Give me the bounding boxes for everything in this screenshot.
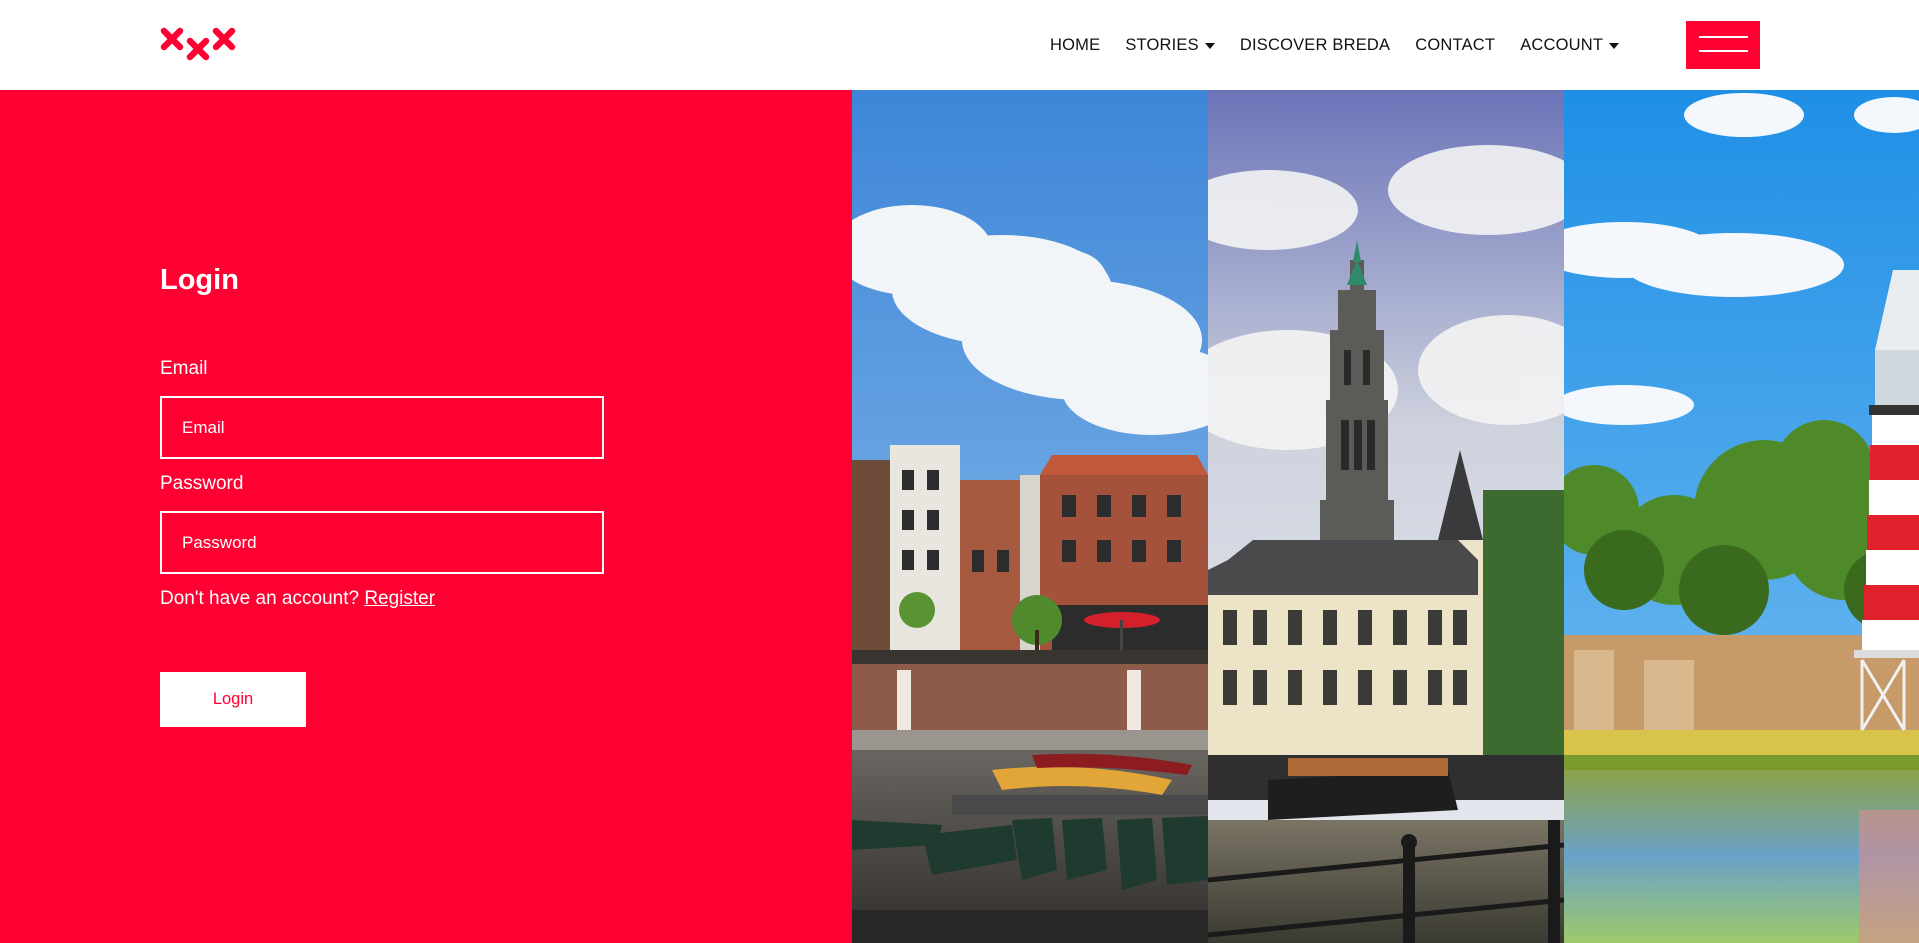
email-label: Email [160, 358, 208, 379]
login-title: Login [160, 264, 239, 296]
nav-home-label: HOME [1050, 35, 1101, 54]
password-input[interactable] [160, 511, 604, 574]
nav-contact-label: CONTACT [1415, 35, 1496, 54]
register-prompt: Don't have an account? Register [160, 588, 435, 610]
nav-contact-link[interactable]: CONTACT [1415, 36, 1495, 55]
chevron-down-icon [1609, 43, 1620, 49]
hamburger-menu-icon [1699, 36, 1748, 38]
main-navigation: HOME STORIES DISCOVER BREDA CONTACT ACCO… [1050, 0, 1620, 90]
nav-stories-dropdown[interactable]: STORIES [1125, 36, 1215, 55]
login-submit-button[interactable]: Login [160, 672, 306, 727]
email-input[interactable] [160, 396, 604, 459]
chevron-down-icon [1204, 43, 1215, 49]
hamburger-menu-icon [1699, 50, 1748, 52]
register-link[interactable]: Register [364, 588, 435, 609]
breda-xxx-logo-icon[interactable] [160, 27, 236, 63]
breda-lighthouse-park-photo [1564, 90, 1919, 943]
nav-discover-breda-link[interactable]: DISCOVER BREDA [1240, 36, 1390, 55]
breda-harbour-canal-photo [852, 90, 1208, 943]
nav-account-label: ACCOUNT [1520, 35, 1604, 54]
login-panel: Login Email Password Don't have an accou… [0, 90, 852, 943]
nav-home-link[interactable]: HOME [1050, 36, 1100, 55]
nav-discover-label: DISCOVER BREDA [1239, 35, 1391, 54]
nav-stories-label: STORIES [1125, 35, 1199, 54]
hamburger-menu-button[interactable] [1686, 21, 1760, 69]
nav-account-dropdown[interactable]: ACCOUNT [1520, 35, 1620, 55]
no-account-text: Don't have an account? [160, 588, 360, 609]
site-header: HOME STORIES DISCOVER BREDA CONTACT ACCO… [0, 0, 1919, 90]
password-label: Password [160, 473, 244, 494]
breda-grote-kerk-tower-photo [1208, 90, 1564, 943]
